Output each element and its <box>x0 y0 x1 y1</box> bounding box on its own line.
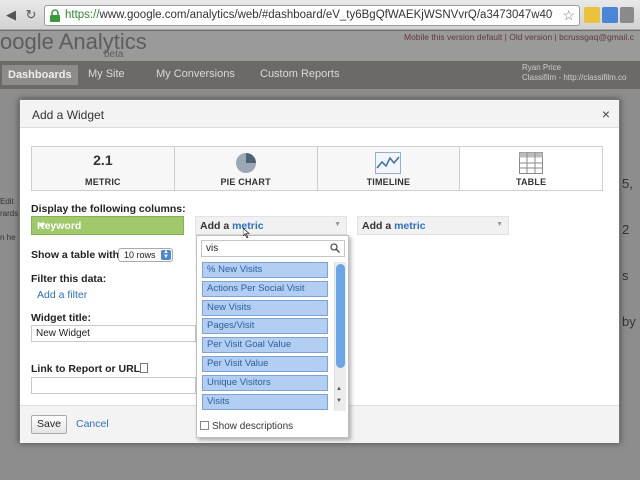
spinner-icon: ▲ ▼ <box>161 249 171 260</box>
metric-dropdown: vis % New Visits Actions Per Social Visi… <box>196 235 349 438</box>
viz-pie-chart[interactable]: PIE CHART <box>175 147 318 190</box>
mouse-cursor-icon <box>243 228 250 238</box>
show-descriptions-checkbox[interactable] <box>200 421 209 430</box>
add-metric-select-2[interactable]: Add a metric ▼ <box>357 216 509 235</box>
viz-label: TABLE <box>515 177 547 187</box>
search-icon <box>330 243 340 253</box>
viz-label: METRIC <box>85 177 121 187</box>
metric-option[interactable]: Per Visit Value <box>202 355 328 372</box>
metric-search-input[interactable]: vis <box>201 240 345 257</box>
pie-chart-icon <box>235 153 256 173</box>
background-text: Edit rards n he <box>0 197 19 242</box>
column-keyword-select[interactable]: Keyword ▼ <box>31 216 184 235</box>
dropdown-scrollbar[interactable]: ▲ ▼ <box>334 262 346 411</box>
reload-icon[interactable]: ↻ <box>22 6 40 24</box>
metric-option-list: % New Visits Actions Per Social Visit Ne… <box>202 262 328 412</box>
url-text: https://www.google.com/analytics/web/#da… <box>65 9 553 21</box>
viz-metric[interactable]: 2.1 METRIC <box>32 147 175 190</box>
tab-dashboards[interactable]: Dashboards <box>2 65 78 85</box>
scroll-thumb[interactable] <box>336 264 345 368</box>
chevron-down-icon: ▼ <box>37 220 48 232</box>
ga-beta-label: beta <box>104 49 124 60</box>
metric-option[interactable]: % New Visits <box>202 262 328 278</box>
chevron-down-icon: ▼ <box>334 221 341 228</box>
display-columns-label: Display the following columns: <box>31 203 186 215</box>
extension-icon[interactable] <box>602 7 618 23</box>
add-metric-select-1[interactable]: Add a metric ▼ <box>195 216 347 235</box>
user-site: Classifilm - http://classifilm.co <box>522 73 627 82</box>
add-metric-label: Add a metric <box>362 220 426 232</box>
rows-select[interactable]: 10 rows ▲ ▼ <box>118 248 173 262</box>
metric-option[interactable]: New Visits <box>202 299 328 316</box>
browser-toolbar: ◀ ↻ https://www.google.com/analytics/web… <box>0 0 640 30</box>
viz-label: TIMELINE <box>366 177 411 187</box>
background-text: 5, 2 s by <box>622 176 636 329</box>
viz-table[interactable]: TABLE <box>460 147 602 190</box>
metric-option[interactable]: Unique Visitors <box>202 374 328 391</box>
tab-my-conversions[interactable]: My Conversions <box>156 68 235 80</box>
table-icon <box>519 152 544 174</box>
viz-label: PIE CHART <box>220 177 271 187</box>
tab-my-site[interactable]: My Site <box>88 68 125 80</box>
dialog-title: Add a Widget <box>32 108 105 122</box>
add-filter-link[interactable]: Add a filter <box>37 289 87 301</box>
document-icon <box>140 363 148 373</box>
ga-top-links[interactable]: Mobile this version default | Old versio… <box>404 32 634 42</box>
bookmark-star-icon[interactable]: ☆ <box>562 7 575 24</box>
show-table-label: Show a table with <box>31 249 120 261</box>
filter-label: Filter this data: <box>31 273 107 285</box>
metric-option[interactable]: Visits <box>202 393 328 410</box>
visualization-picker: 2.1 METRIC PIE CHART TIMELINE TABLE <box>31 146 603 191</box>
widget-title-input[interactable]: New Widget <box>31 325 196 342</box>
ga-logo: oogle Analytics <box>0 29 147 54</box>
viz-timeline[interactable]: TIMELINE <box>318 147 461 190</box>
link-url-input[interactable] <box>31 377 196 394</box>
extension-icon[interactable] <box>584 7 600 23</box>
close-icon[interactable]: × <box>602 106 610 122</box>
scroll-up-icon[interactable]: ▲ <box>336 386 342 392</box>
show-descriptions-label: Show descriptions <box>212 421 294 432</box>
tab-custom-reports[interactable]: Custom Reports <box>260 68 339 80</box>
cancel-link[interactable]: Cancel <box>76 418 109 430</box>
dialog-title-bar: Add a Widget × <box>20 100 619 128</box>
metric-icon: 2.1 <box>93 152 113 168</box>
wrench-icon[interactable] <box>620 7 634 23</box>
user-info: Ryan Price Classifilm - http://classifil… <box>522 63 626 83</box>
ga-header: oogle Analytics beta Mobile this version… <box>0 29 640 61</box>
metric-option[interactable]: Actions Per Social Visit <box>202 280 328 297</box>
show-descriptions-row[interactable]: Show descriptions <box>200 421 293 432</box>
widget-title-label: Widget title: <box>31 312 91 324</box>
scroll-down-icon[interactable]: ▼ <box>336 398 342 404</box>
link-report-label: Link to Report or URL: <box>31 363 144 375</box>
back-icon[interactable]: ◀ <box>2 6 20 24</box>
timeline-icon <box>375 152 402 174</box>
save-button[interactable]: Save <box>31 415 67 434</box>
metric-option[interactable]: Per Visit Goal Value <box>202 337 328 354</box>
metric-option[interactable]: Pages/Visit <box>202 318 328 335</box>
lock-icon <box>50 9 60 22</box>
ga-nav: Dashboards My Site My Conversions Custom… <box>0 61 640 89</box>
add-metric-label: Add a metric <box>200 220 264 232</box>
address-bar[interactable]: https://www.google.com/analytics/web/#da… <box>44 5 580 26</box>
chevron-down-icon: ▼ <box>496 221 503 228</box>
user-name: Ryan Price <box>522 63 562 72</box>
